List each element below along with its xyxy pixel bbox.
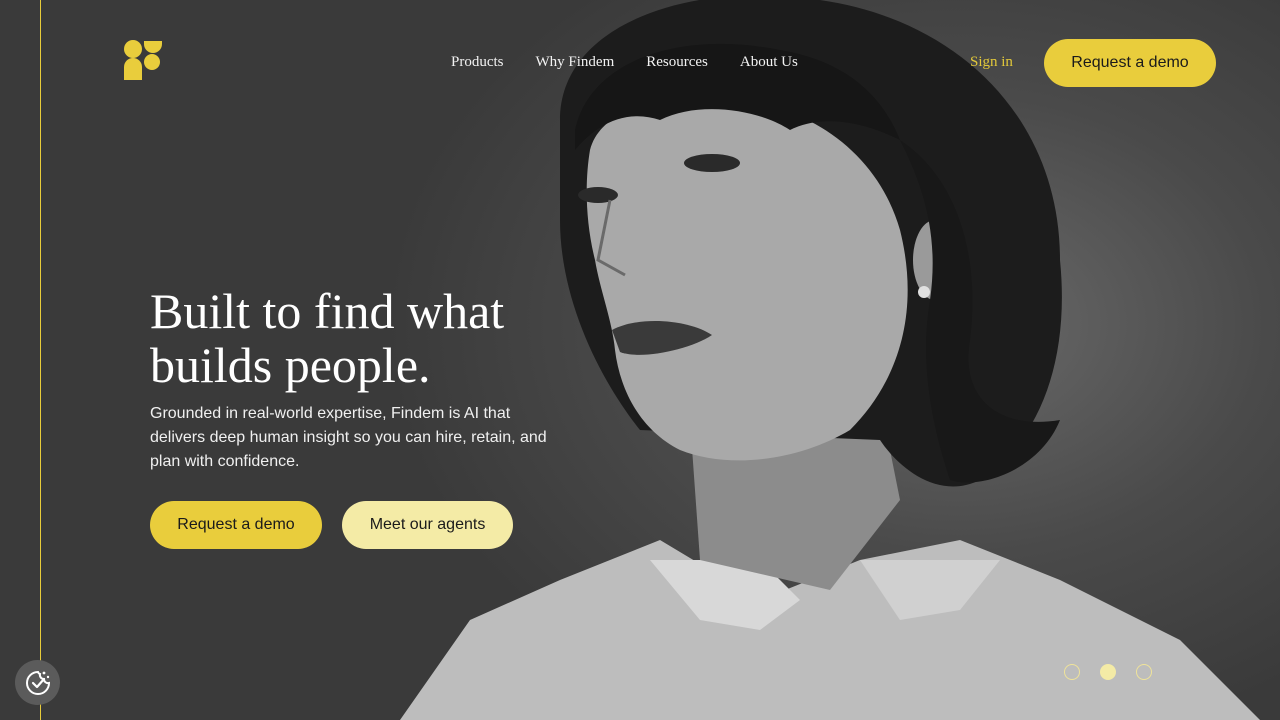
hero-headline: Built to find what builds people.: [150, 283, 505, 393]
hero-request-demo-button[interactable]: Request a demo: [150, 501, 322, 549]
cookie-consent-button[interactable]: [15, 660, 60, 705]
carousel-pagination: [1064, 664, 1152, 680]
header-request-demo-button[interactable]: Request a demo: [1044, 39, 1216, 87]
nav-item-about-us[interactable]: About Us: [740, 52, 798, 72]
findem-logo-icon[interactable]: [124, 40, 162, 80]
carousel-dot-3[interactable]: [1136, 664, 1152, 680]
carousel-dot-1[interactable]: [1064, 664, 1080, 680]
nav-item-products[interactable]: Products: [451, 52, 504, 72]
carousel-dot-2[interactable]: [1100, 664, 1116, 680]
meet-our-agents-button[interactable]: Meet our agents: [342, 501, 513, 549]
nav-item-why-findem[interactable]: Why Findem: [536, 52, 615, 72]
main-navigation: Products Why Findem Resources About Us: [451, 52, 798, 72]
hero-subtext: Grounded in real-world expertise, Findem…: [150, 405, 547, 470]
nav-item-resources[interactable]: Resources: [646, 52, 708, 72]
sign-in-link[interactable]: Sign in: [970, 52, 1013, 72]
cookie-consent-icon: [25, 670, 50, 695]
accent-vertical-line: [40, 0, 41, 720]
